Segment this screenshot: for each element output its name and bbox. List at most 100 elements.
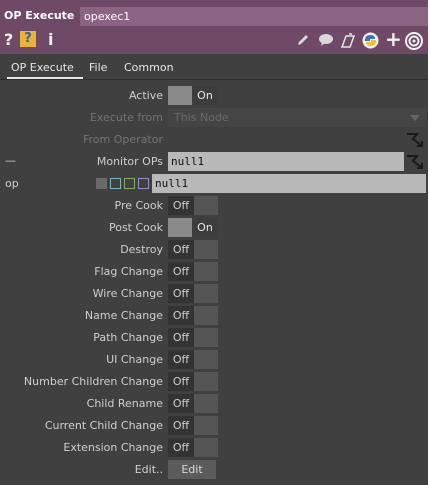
toggle-knob: [194, 372, 218, 391]
toggle-knob: [168, 218, 192, 237]
param-pre-cook: Pre Cook Off: [0, 196, 428, 216]
toggle-knob: [194, 350, 218, 369]
param-destroy: Destroy Off: [0, 240, 428, 260]
toggle-value: Off: [168, 240, 194, 259]
toggle-value: Off: [168, 196, 194, 215]
execute-from-menu[interactable]: This Node: [168, 108, 426, 127]
chevron-down-icon: [410, 115, 420, 121]
flag-change-toggle[interactable]: Off: [168, 262, 218, 281]
child-rename-toggle[interactable]: Off: [168, 394, 218, 413]
tab-op-execute[interactable]: OP Execute: [7, 59, 83, 79]
parameter-panel: OP Execute opexec1 ? ? i + OP Execute Fi…: [0, 0, 428, 485]
toggle-value: Off: [168, 306, 194, 325]
param-monitor-ops: — Monitor OPs null1: [0, 152, 428, 172]
sequence-collapse-button[interactable]: —: [5, 152, 16, 170]
toggle-value: Off: [168, 438, 194, 457]
param-label: Name Change: [84, 309, 163, 322]
toggle-knob: [194, 328, 218, 347]
clone-icon[interactable]: [340, 33, 356, 53]
current-child-change-toggle[interactable]: Off: [168, 416, 218, 435]
filter-swatch-icon[interactable]: [110, 178, 121, 189]
param-label: Edit..: [134, 463, 163, 476]
help-icon[interactable]: ?: [4, 31, 13, 49]
param-flag-change: Flag Change Off: [0, 262, 428, 282]
active-toggle[interactable]: On: [168, 86, 218, 105]
header-toolbar: ? ? i +: [0, 29, 428, 54]
target-icon[interactable]: [405, 32, 423, 54]
param-extension-change: Extension Change Off: [0, 438, 428, 458]
toggle-value: Off: [168, 328, 194, 347]
toggle-knob: [194, 416, 218, 435]
plus-icon[interactable]: +: [385, 29, 402, 49]
param-edit: Edit.. Edit: [0, 460, 428, 480]
param-label: Destroy: [120, 243, 163, 256]
toggle-knob: [194, 394, 218, 413]
param-label: Child Rename: [86, 397, 163, 410]
param-label: Path Change: [93, 331, 163, 344]
python-help-icon[interactable]: ?: [20, 31, 36, 47]
toggle-value: Off: [168, 262, 194, 281]
param-label: Extension Change: [63, 441, 163, 454]
edit-button[interactable]: Edit: [168, 460, 216, 479]
toggle-knob: [194, 284, 218, 303]
node-picker-icon[interactable]: [405, 153, 425, 174]
param-label: Wire Change: [92, 287, 163, 300]
filter-swatch-icon[interactable]: [138, 178, 149, 189]
param-active: Active On: [0, 86, 428, 106]
toggle-knob: [194, 240, 218, 259]
tab-file[interactable]: File: [89, 59, 107, 79]
op-name-field[interactable]: opexec1: [80, 7, 428, 26]
param-label: Pre Cook: [114, 199, 164, 212]
op-header: OP Execute opexec1 ? ? i +: [0, 0, 428, 54]
tab-common[interactable]: Common: [124, 59, 174, 79]
param-label: UI Change: [106, 353, 163, 366]
param-label: Monitor OPs: [96, 155, 163, 168]
extension-change-toggle[interactable]: Off: [168, 438, 218, 457]
toggle-knob: [194, 306, 218, 325]
post-cook-toggle[interactable]: On: [168, 218, 218, 237]
param-label: From Operator: [83, 133, 163, 146]
param-label: Flag Change: [94, 265, 163, 278]
param-label: Post Cook: [108, 221, 163, 234]
param-from-operator: From Operator: [0, 130, 428, 150]
toggle-value: Off: [168, 350, 194, 369]
param-current-child-change: Current Child Change Off: [0, 416, 428, 436]
toggle-value: Off: [168, 394, 194, 413]
op-sequence-field[interactable]: null1: [152, 174, 426, 193]
toggle-value: On: [192, 218, 218, 237]
node-picker-icon[interactable]: [405, 131, 425, 152]
toggle-knob: [194, 196, 218, 215]
page-tabs: OP Execute File Common: [0, 59, 428, 79]
destroy-toggle[interactable]: Off: [168, 240, 218, 259]
param-number-children-change: Number Children Change Off: [0, 372, 428, 392]
param-ui-change: UI Change Off: [0, 350, 428, 370]
pre-cook-toggle[interactable]: Off: [168, 196, 218, 215]
path-change-toggle[interactable]: Off: [168, 328, 218, 347]
monitor-ops-field[interactable]: null1: [168, 152, 404, 171]
toggle-value: On: [192, 86, 218, 105]
filter-swatch-icon[interactable]: [124, 178, 135, 189]
filter-swatch-icon[interactable]: [96, 178, 107, 189]
ui-change-toggle[interactable]: Off: [168, 350, 218, 369]
wire-change-toggle[interactable]: Off: [168, 284, 218, 303]
info-icon[interactable]: i: [48, 31, 53, 49]
python-icon[interactable]: [362, 32, 379, 53]
menu-value: This Node: [174, 111, 229, 124]
name-change-toggle[interactable]: Off: [168, 306, 218, 325]
pencil-icon[interactable]: [296, 33, 310, 51]
param-wire-change: Wire Change Off: [0, 284, 428, 304]
param-post-cook: Post Cook On: [0, 218, 428, 238]
toggle-value: Off: [168, 416, 194, 435]
op-type-label: OP Execute: [4, 9, 75, 22]
tab-divider: [0, 79, 428, 80]
number-children-change-toggle[interactable]: Off: [168, 372, 218, 391]
param-child-rename: Child Rename Off: [0, 394, 428, 414]
toggle-knob: [168, 86, 192, 105]
toggle-knob: [194, 438, 218, 457]
param-label: Execute from: [89, 111, 163, 124]
param-label: Current Child Change: [44, 419, 163, 432]
comment-icon[interactable]: [318, 33, 334, 51]
toggle-knob: [194, 262, 218, 281]
param-execute-from: Execute from This Node: [0, 108, 428, 128]
param-op-sequence: op null1: [0, 174, 428, 194]
